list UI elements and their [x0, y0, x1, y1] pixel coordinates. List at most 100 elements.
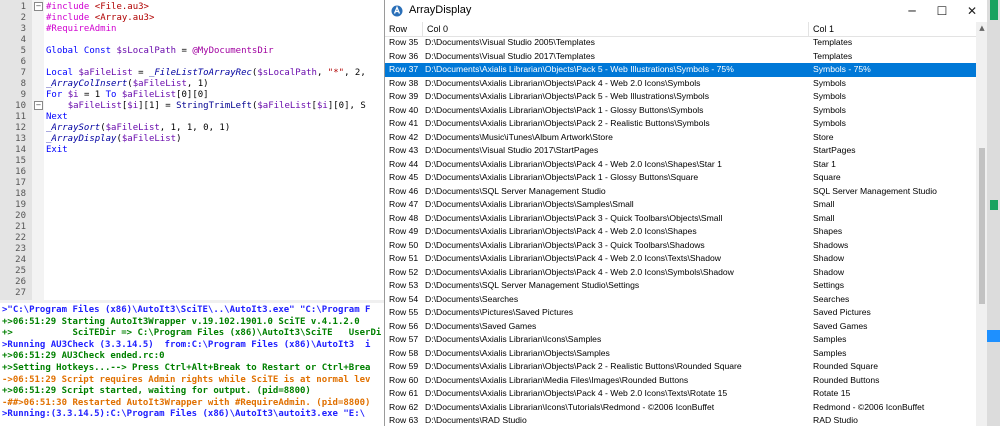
code-token: , 2, — [344, 68, 372, 78]
table-cell: Row 40 — [389, 104, 419, 115]
table-row[interactable]: Row 41 D:\Documents\Axialis Librarian\Obj… — [385, 117, 976, 131]
table-row[interactable]: Row 49 D:\Documents\Axialis Librarian\Obj… — [385, 225, 976, 239]
window-title: ArrayDisplay — [409, 4, 472, 16]
line-number: 2 — [20, 13, 26, 23]
code-token: = — [132, 68, 149, 78]
table-cell: Row 35 — [389, 37, 419, 47]
table-cell: D:\Documents\RAD Studio — [425, 415, 527, 425]
table-row[interactable]: Row 46 D:\Documents\SQL Server Management… — [385, 185, 976, 199]
line-number: 6 — [20, 57, 26, 67]
table-cell: Rounded Buttons — [813, 374, 880, 385]
table-cell: Redmond - ©2006 IconBuffet — [813, 401, 925, 412]
table-row[interactable]: Row 60 D:\Documents\Axialis Librarian\Med… — [385, 374, 976, 388]
code-line[interactable]: _ArrayColInsert($aFileList, 1) — [46, 79, 209, 90]
table-cell: Row 48 — [389, 212, 419, 223]
code-token: , — [316, 68, 328, 78]
code-token: $i — [127, 101, 139, 111]
table-row[interactable]: Row 55 D:\Documents\Pictures\Saved Pictur… — [385, 306, 976, 320]
code-line[interactable]: _ArrayDisplay($aFileList) — [46, 134, 181, 145]
table-row[interactable]: Row 59 D:\Documents\Axialis Librarian\Obj… — [385, 360, 976, 374]
table-row[interactable]: Row 62 D:\Documents\Axialis Librarian\Ico… — [385, 401, 976, 415]
code-line[interactable]: #include <Array.au3> — [46, 13, 154, 24]
table-row[interactable]: Row 52 D:\Documents\Axialis Librarian\Obj… — [385, 266, 976, 280]
table-row[interactable]: Row 57 D:\Documents\Axialis Librarian\Ico… — [385, 333, 976, 347]
code-line[interactable]: $aFileList[$i][1] = StringTrimLeft($aFil… — [46, 101, 366, 112]
table-cell: Square — [813, 172, 841, 182]
table-row[interactable]: Row 44 D:\Documents\Axialis Librarian\Obj… — [385, 158, 976, 172]
table-cell: D:\Documents\Axialis Librarian\Objects\S… — [425, 347, 610, 358]
table-cell: D:\Documents\Music\iTunes\Album Artwork\… — [425, 131, 613, 142]
code-line[interactable]: #RequireAdmin — [46, 24, 116, 35]
table-row[interactable]: Row 42 D:\Documents\Music\iTunes\Album Ar… — [385, 131, 976, 145]
table-cell: D:\Documents\Axialis Librarian\Objects\P… — [425, 158, 722, 169]
table-cell: Row 41 — [389, 118, 419, 128]
table-cell: Symbols — [813, 118, 846, 128]
table-cell: D:\Documents\Axialis Librarian\Objects\P… — [425, 253, 721, 263]
code-line[interactable]: Global Const $sLocalPath = @MyDocumentsD… — [46, 46, 274, 57]
table-cell: D:\Documents\Axialis Librarian\Icons\Tut… — [425, 401, 715, 412]
line-number: 20 — [15, 211, 26, 221]
code-line[interactable]: Local $aFileList = _FileListToArrayRec($… — [46, 68, 371, 79]
fold-margin — [32, 0, 44, 300]
code-token: For — [46, 90, 68, 100]
line-number: 19 — [15, 200, 26, 210]
table-row[interactable]: Row 47 D:\Documents\Axialis Librarian\Obj… — [385, 198, 976, 212]
fold-toggle-icon[interactable]: − — [34, 2, 43, 11]
table-row[interactable]: Row 37 D:\Documents\Axialis Librarian\Obj… — [385, 63, 976, 77]
code-token: ][0], S — [327, 101, 366, 111]
code-line[interactable]: _ArraySort($aFileList, 1, 1, 0, 1) — [46, 123, 230, 134]
code-token: StringTrimLeft — [176, 101, 252, 111]
table-cell: Row 42 — [389, 131, 419, 142]
line-number: 3 — [20, 24, 26, 34]
table-cell: D:\Documents\Axialis Librarian\Objects\P… — [425, 64, 734, 74]
table-cell: Row 45 — [389, 172, 419, 182]
table-cell: Row 62 — [389, 401, 419, 412]
code-editor[interactable]: − − 1 2 3 4 5 6 7 8 9 10 11 12 13 14 15 16 17 18 19 20 21 22 2… — [0, 0, 384, 300]
array-display-window: ArrayDisplay ─ ☐ ✕ Row Col 0 Col 1 Row 3… — [384, 0, 988, 426]
table-cell: D:\Documents\Searches — [425, 293, 519, 304]
line-number: 18 — [15, 189, 26, 199]
code-line[interactable]: Next — [46, 112, 68, 123]
table-cell: Row 51 — [389, 253, 419, 263]
table-row[interactable]: Row 61 D:\Documents\Axialis Librarian\Obj… — [385, 387, 976, 401]
table-row[interactable]: Row 58 D:\Documents\Axialis Librarian\Obj… — [385, 347, 976, 361]
column-header-col0[interactable]: Col 0 — [423, 22, 809, 36]
table-row[interactable]: Row 56 D:\Documents\Saved Games Saved Game… — [385, 320, 976, 334]
table-cell: D:\Documents\Axialis Librarian\Media Fil… — [425, 374, 689, 385]
maximize-button[interactable]: ☐ — [927, 0, 957, 22]
column-header-row[interactable]: Row — [385, 22, 423, 36]
code-line[interactable]: For $i = 1 To $aFileList[0][0] — [46, 90, 209, 101]
table-row[interactable]: Row 35 D:\Documents\Visual Studio 2005\Te… — [385, 36, 976, 50]
scrollbar-thumb[interactable] — [979, 148, 985, 304]
table-row[interactable]: Row 51 D:\Documents\Axialis Librarian\Obj… — [385, 252, 976, 266]
close-button[interactable]: ✕ — [957, 0, 987, 22]
code-token: Global Const — [46, 46, 117, 56]
table-row[interactable]: Row 38 D:\Documents\Axialis Librarian\Obj… — [385, 77, 976, 91]
table-cell: Row 63 — [389, 415, 419, 425]
table-cell: SQL Server Management Studio — [813, 185, 937, 196]
table-row[interactable]: Row 54 D:\Documents\Searches Searches — [385, 293, 976, 307]
column-header-col1[interactable]: Col 1 — [809, 22, 976, 36]
table-row[interactable]: Row 45 D:\Documents\Axialis Librarian\Obj… — [385, 171, 976, 185]
code-line[interactable]: Exit — [46, 145, 68, 156]
table-row[interactable]: Row 63 D:\Documents\RAD Studio RAD Studio — [385, 414, 976, 426]
code-token: "*" — [327, 68, 345, 78]
table-row[interactable]: Row 43 D:\Documents\Visual Studio 2017\St… — [385, 144, 976, 158]
table-row[interactable]: Row 48 D:\Documents\Axialis Librarian\Obj… — [385, 212, 976, 226]
table-row[interactable]: Row 36 D:\Documents\Visual Studio 2017\Te… — [385, 50, 976, 64]
table-cell: Row 56 — [389, 320, 419, 331]
code-token: To — [105, 90, 122, 100]
code-line[interactable]: #include <File.au3> — [46, 2, 149, 13]
output-console[interactable]: >"C:\Program Files (x86)\AutoIt3\SciTE\.… — [0, 300, 384, 429]
table-cell: Row 50 — [389, 239, 419, 250]
console-line: -##>06:51:30 Restarted AutoIt3Wrapper wi… — [2, 397, 371, 408]
window-titlebar[interactable]: ArrayDisplay ─ ☐ ✕ — [385, 0, 988, 23]
list-header: Row Col 0 Col 1 — [385, 22, 976, 37]
table-row[interactable]: Row 53 D:\Documents\SQL Server Management… — [385, 279, 976, 293]
table-row[interactable]: Row 50 D:\Documents\Axialis Librarian\Obj… — [385, 239, 976, 253]
fold-toggle-icon[interactable]: − — [34, 101, 43, 110]
table-row[interactable]: Row 40 D:\Documents\Axialis Librarian\Obj… — [385, 104, 976, 118]
minimize-button[interactable]: ─ — [897, 0, 927, 22]
table-row[interactable]: Row 39 D:\Documents\Axialis Librarian\Obj… — [385, 90, 976, 104]
table-cell: D:\Documents\Visual Studio 2017\StartPag… — [425, 145, 599, 155]
